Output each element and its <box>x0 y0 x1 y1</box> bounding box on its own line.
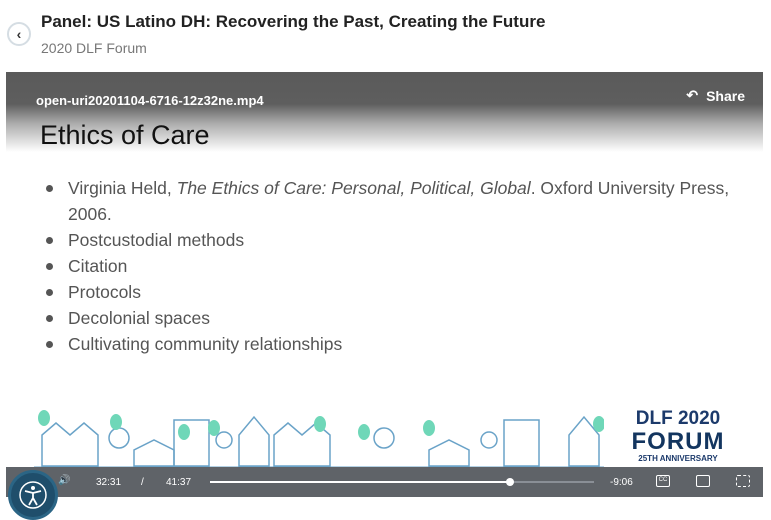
bullet-item: Citation <box>46 253 746 279</box>
time-separator: / <box>141 477 144 488</box>
duration: 41:37 <box>166 477 192 488</box>
remaining-time: -9:06 <box>610 477 633 488</box>
video-filename: open-uri20201104-6716-12z32ne.mp4 <box>36 93 264 108</box>
page-subtitle: 2020 DLF Forum <box>41 40 147 56</box>
video-player[interactable]: Ethics of Care Virginia Held, The Ethics… <box>6 72 763 498</box>
town-illustration <box>34 410 604 468</box>
page-title: Panel: US Latino DH: Recovering the Past… <box>41 12 546 31</box>
accessibility-icon <box>19 481 47 509</box>
picture-in-picture-button[interactable] <box>696 475 710 487</box>
closed-captions-button[interactable]: CC <box>656 475 670 487</box>
share-icon: ↶ <box>686 87 699 103</box>
bullet-item: Postcustodial methods <box>46 227 746 253</box>
fullscreen-button[interactable] <box>736 475 750 487</box>
bullet-item: Cultivating community relationships <box>46 331 746 357</box>
accessibility-button[interactable] <box>8 470 58 520</box>
dlf-forum-logo: DLF 2020 FORUM 25TH ANNIVERSARY <box>631 408 725 463</box>
chevron-left-icon: ‹ <box>16 26 22 42</box>
share-button[interactable]: ↶ Share <box>686 87 745 104</box>
bullet-item: Protocols <box>46 279 746 305</box>
volume-icon[interactable]: 🔊 <box>58 475 70 486</box>
seek-slider[interactable] <box>210 478 594 486</box>
bullet-item: Virginia Held, The Ethics of Care: Perso… <box>46 175 746 227</box>
seek-thumb[interactable] <box>505 478 514 486</box>
bullet-item: Decolonial spaces <box>46 305 746 331</box>
current-time: 32:31 <box>96 477 122 488</box>
slide-bullets: Virginia Held, The Ethics of Care: Perso… <box>46 175 746 357</box>
video-control-bar: 🔊 32:31 / 41:37 -9:06 CC <box>6 467 763 497</box>
back-button[interactable]: ‹ <box>7 22 31 46</box>
slide-title: Ethics of Care <box>40 120 210 150</box>
